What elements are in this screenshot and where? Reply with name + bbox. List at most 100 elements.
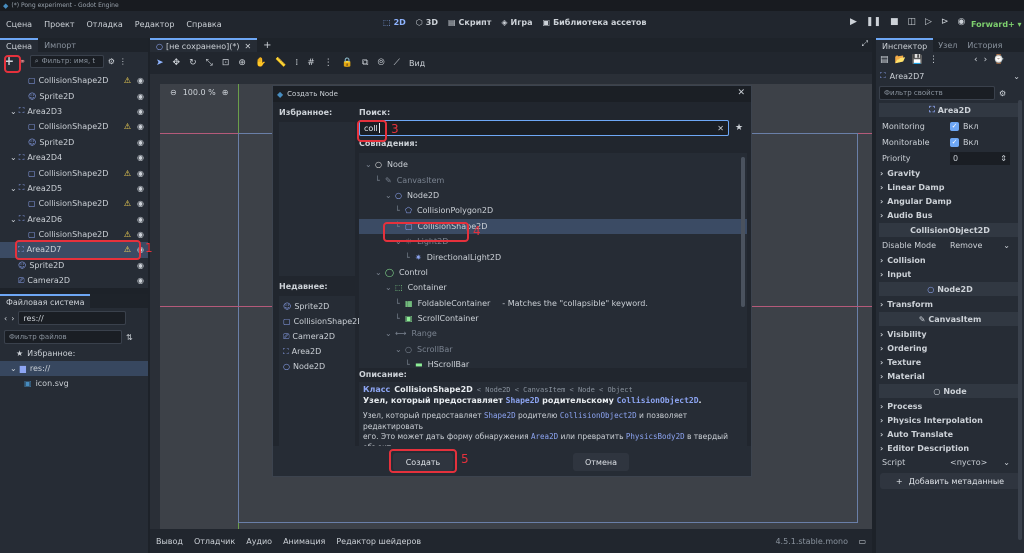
- inspector-section[interactable]: › Angular Damp: [876, 194, 1024, 208]
- distraction-free-icon[interactable]: ⤢: [862, 39, 868, 49]
- inspector-section[interactable]: › Auto Translate: [876, 427, 1024, 441]
- inspector-object-row[interactable]: ⛶ Area2D7 ⌄: [876, 68, 1024, 84]
- inspector-section[interactable]: › Gravity: [876, 166, 1024, 180]
- scene-tree-item[interactable]: ▢ CollisionShape2D ⚠ ◉: [0, 73, 148, 88]
- visibility-eye-icon[interactable]: ◉: [137, 215, 144, 224]
- clear-search-icon[interactable]: ✕: [717, 124, 724, 133]
- group-icon[interactable]: ⧉: [362, 58, 368, 68]
- tab-history[interactable]: История: [962, 41, 1007, 50]
- visibility-eye-icon[interactable]: ◉: [137, 138, 144, 147]
- workspace-game[interactable]: ◈ Игра: [501, 18, 532, 27]
- recent-item[interactable]: ▢ CollisionShape2D: [279, 314, 363, 329]
- tab-debugger[interactable]: Отладчик: [194, 537, 235, 546]
- tab-filesystem[interactable]: Файловая система: [0, 294, 91, 308]
- tab-audio[interactable]: Аудио: [246, 537, 272, 546]
- remote-debug-icon[interactable]: ◫: [908, 17, 917, 27]
- res-folder-row[interactable]: ⌄ ▆ res://: [0, 361, 148, 376]
- object-history-icon[interactable]: ⌚: [993, 55, 1004, 65]
- scene-tree-item[interactable]: ▢ CollisionShape2D ⚠ ◉: [0, 119, 148, 134]
- select-tool-icon[interactable]: ➤: [156, 58, 164, 68]
- inspector-section[interactable]: › Linear Damp: [876, 180, 1024, 194]
- history-forward-icon[interactable]: ›: [984, 55, 988, 65]
- layout-icon[interactable]: ▭: [858, 537, 866, 546]
- recent-item[interactable]: ☺ Sprite2D: [279, 299, 355, 314]
- zoom-in-icon[interactable]: ⊕: [222, 88, 229, 97]
- inspector-section[interactable]: › Input: [876, 267, 1024, 281]
- cancel-button[interactable]: Отмена: [573, 453, 629, 471]
- scene-tree-item[interactable]: ⌄ ⛶ Area2D3 ◉: [0, 104, 148, 119]
- forward-icon[interactable]: ›: [11, 314, 14, 323]
- recent-item[interactable]: ⛶ Area2D: [279, 344, 355, 359]
- save-resource-icon[interactable]: 💾: [912, 55, 923, 65]
- search-input[interactable]: coll ✕: [359, 120, 729, 136]
- match-item[interactable]: └ ▬ HScrollBar: [359, 357, 747, 368]
- scene-tree-item[interactable]: ⌄ ⛶ Area2D5 ◉: [0, 181, 148, 196]
- scene-tree-item[interactable]: ⌄ ⛶ Area2D4 ◉: [0, 150, 148, 165]
- movie-icon[interactable]: ◉: [958, 17, 966, 27]
- inspector-section[interactable]: › Transform: [876, 297, 1024, 311]
- chevron-down-icon[interactable]: ⌄: [375, 268, 385, 277]
- scene-tree-item[interactable]: ⎚ Camera2D ◉: [0, 273, 148, 288]
- scene-tree-item[interactable]: ▢ CollisionShape2D ⚠ ◉: [0, 196, 148, 211]
- chevron-down-icon[interactable]: ⌄: [385, 191, 395, 200]
- property-checkbox[interactable]: ✓ Вкл: [950, 137, 978, 147]
- property-spinbox[interactable]: 0 ⇕: [950, 151, 1010, 165]
- inspector-section[interactable]: › Ordering: [876, 341, 1024, 355]
- match-item[interactable]: └ ▦ FoldableContainer - Matches the "collap…: [359, 296, 747, 311]
- visibility-eye-icon[interactable]: ◉: [137, 122, 144, 131]
- workspace-3d[interactable]: ⬡ 3D: [416, 18, 438, 27]
- back-icon[interactable]: ‹: [4, 314, 7, 323]
- load-resource-icon[interactable]: 📂: [895, 55, 906, 65]
- favorites-row[interactable]: ★ Избранное:: [0, 346, 148, 361]
- scene-filter-input[interactable]: ⌕ Фильтр: имя, t: [29, 54, 104, 68]
- file-icon-svg-row[interactable]: ▣ icon.svg: [0, 376, 148, 391]
- path-field[interactable]: res://: [18, 311, 127, 325]
- warning-icon[interactable]: ⚠: [124, 199, 131, 208]
- menu-help[interactable]: Справка: [186, 20, 221, 29]
- sort-icon[interactable]: ⇅: [126, 333, 133, 342]
- stop-icon[interactable]: ■: [890, 17, 899, 27]
- inspector-section[interactable]: › Collision: [876, 253, 1024, 267]
- inspector-section[interactable]: › Material: [876, 369, 1024, 383]
- visibility-eye-icon[interactable]: ◉: [137, 92, 144, 101]
- favorite-star-icon[interactable]: ★: [735, 123, 743, 133]
- match-item[interactable]: └ ✎ CanvasItem: [359, 172, 747, 187]
- skeleton-icon[interactable]: ⦾: [377, 58, 384, 68]
- chevron-down-icon[interactable]: ⌄: [10, 107, 17, 116]
- play-icon[interactable]: ▶: [850, 17, 857, 27]
- chevron-down-icon[interactable]: ⌄: [10, 215, 17, 224]
- tab-node[interactable]: Узел: [933, 41, 962, 50]
- visibility-eye-icon[interactable]: ◉: [137, 107, 144, 116]
- workspace-asset-library[interactable]: ▣ Библиотека ассетов: [543, 18, 647, 27]
- inspector-section[interactable]: › Editor Description: [876, 441, 1024, 455]
- scene-tree-item[interactable]: ⌄ ⛶ Area2D6 ◉: [0, 212, 148, 227]
- bone-icon[interactable]: ⟋: [394, 58, 400, 68]
- match-item[interactable]: ⌄ ⟷ Range: [359, 326, 747, 341]
- rotate-tool-icon[interactable]: ↻: [189, 58, 197, 68]
- tab-import[interactable]: Импорт: [38, 41, 82, 50]
- match-item[interactable]: ⌄ ○ ScrollBar: [359, 342, 747, 357]
- workspace-script[interactable]: ▤ Скрипт: [448, 18, 491, 27]
- add-scene-tab-icon[interactable]: +: [263, 40, 271, 51]
- pause-icon[interactable]: ❚❚: [866, 17, 881, 27]
- lock-icon[interactable]: 🔒: [342, 58, 353, 68]
- scene-tree-item[interactable]: ☺ Sprite2D ◉: [0, 135, 148, 150]
- inspector-section[interactable]: › Visibility: [876, 327, 1024, 341]
- visibility-eye-icon[interactable]: ◉: [137, 261, 144, 270]
- warning-icon[interactable]: ⚠: [124, 122, 131, 131]
- property-checkbox[interactable]: ✓ Вкл: [950, 121, 978, 131]
- menu-scene[interactable]: Сцена: [6, 20, 32, 29]
- pivot-tool-icon[interactable]: ⊕: [238, 58, 246, 68]
- disable-mode-select[interactable]: Remove ⌄: [950, 241, 1010, 250]
- visibility-eye-icon[interactable]: ◉: [137, 276, 144, 285]
- tab-animation[interactable]: Анимация: [283, 537, 325, 546]
- inspector-section[interactable]: › Audio Bus: [876, 208, 1024, 222]
- play-scene-icon[interactable]: ▷: [925, 17, 932, 27]
- warning-icon[interactable]: ⚠: [124, 230, 131, 239]
- inspector-section[interactable]: › Physics Interpolation: [876, 413, 1024, 427]
- scene-tab[interactable]: ○ [не сохранено](*) ✕: [150, 38, 258, 52]
- inspector-section[interactable]: › Texture: [876, 355, 1024, 369]
- file-filter-input[interactable]: Фильтр файлов: [4, 330, 122, 344]
- dialog-close-icon[interactable]: ✕: [737, 88, 745, 98]
- snap-options-icon[interactable]: ⋮: [324, 58, 333, 68]
